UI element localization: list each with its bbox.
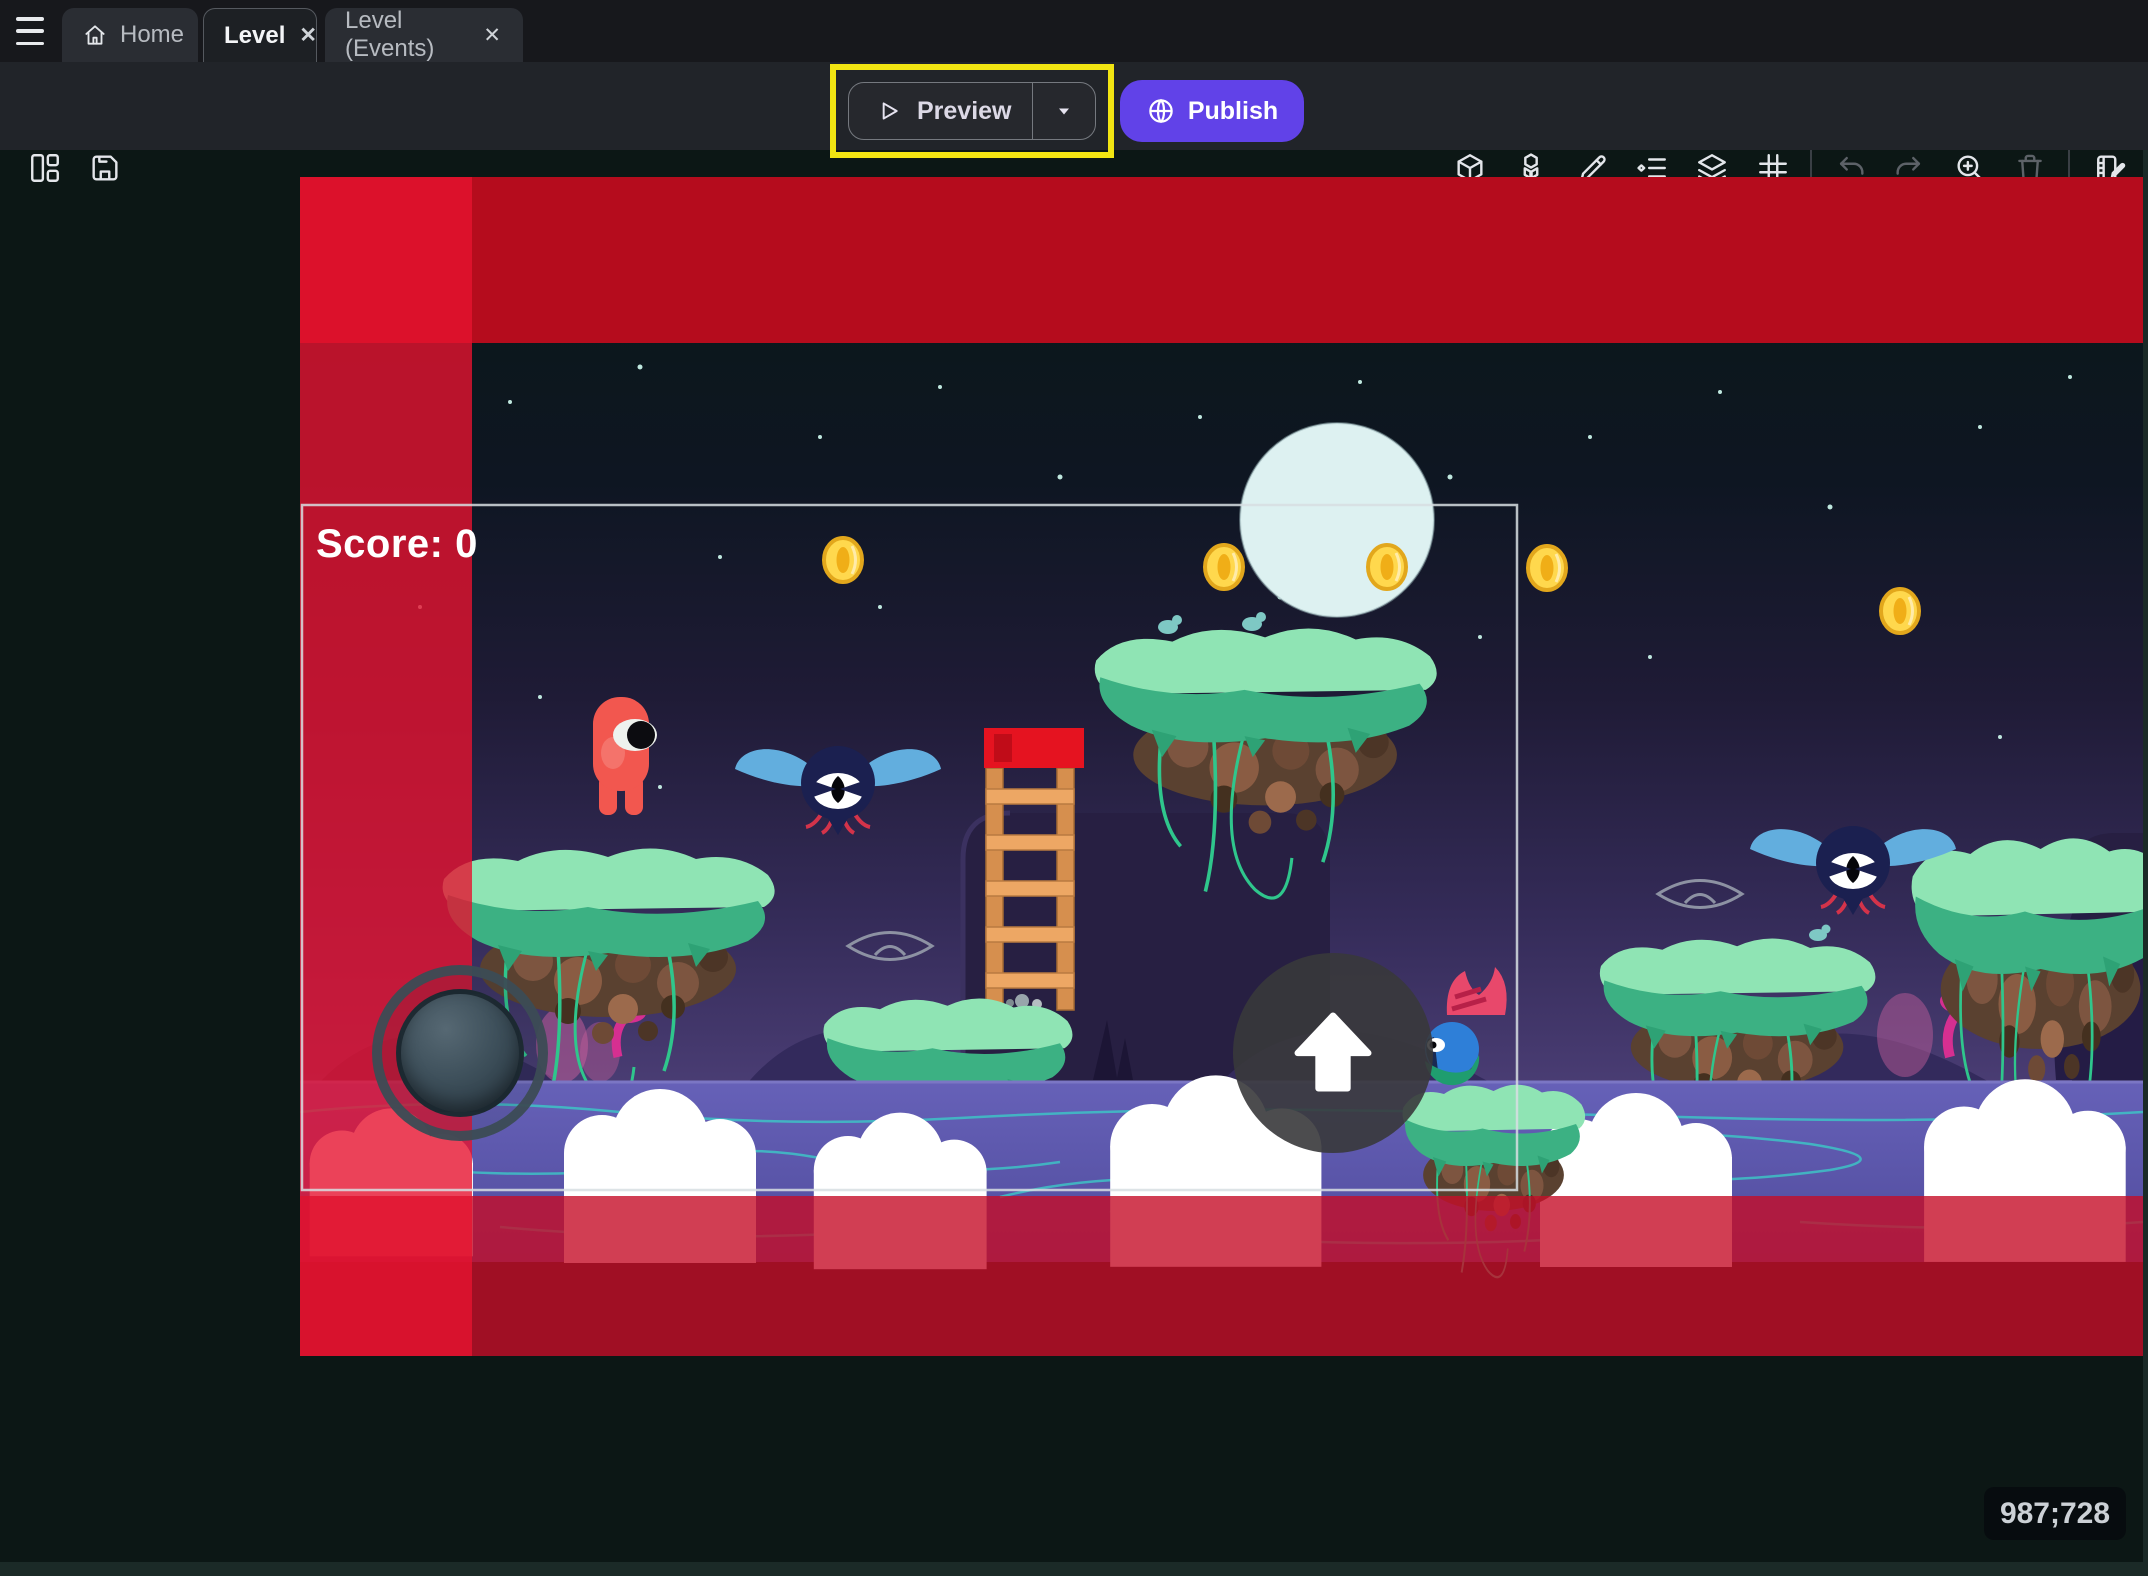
moon[interactable]	[1240, 423, 1434, 617]
publish-label: Publish	[1188, 97, 1278, 126]
preview-button-main[interactable]: Preview	[849, 83, 1032, 139]
red-overlay-top	[300, 177, 2143, 343]
tab-label: Home	[120, 21, 184, 49]
red-overlay-left	[300, 177, 472, 1356]
cursor-coordinates-badge: 987;728	[1984, 1487, 2126, 1540]
horizontal-scrollbar[interactable]	[0, 1562, 2148, 1576]
close-icon[interactable]: ✕	[297, 23, 319, 48]
jump-button[interactable]	[1233, 953, 1433, 1153]
coin[interactable]	[1881, 589, 1919, 633]
top-bar: Home Level ✕ Level (Events) ✕	[0, 0, 2148, 62]
globe-icon	[1146, 96, 1176, 126]
coin[interactable]	[1528, 546, 1566, 590]
chevron-down-icon	[1052, 99, 1076, 123]
vertical-scrollbar[interactable]	[2143, 150, 2148, 1562]
close-icon[interactable]: ✕	[481, 23, 503, 48]
tab-level-events[interactable]: Level (Events) ✕	[325, 8, 523, 62]
preview-label: Preview	[917, 97, 1012, 126]
virtual-joystick-pad[interactable]	[396, 989, 524, 1117]
play-icon	[875, 98, 901, 124]
preview-button[interactable]: Preview	[848, 82, 1096, 140]
up-arrow-icon	[1281, 1001, 1385, 1105]
menu-hamburger-icon[interactable]	[16, 17, 46, 45]
coin[interactable]	[824, 538, 862, 582]
preview-dropdown[interactable]	[1032, 83, 1095, 139]
level-scene-canvas[interactable]	[300, 177, 2143, 1356]
coin[interactable]	[1205, 545, 1243, 589]
save-icon[interactable]	[88, 151, 122, 185]
home-icon	[82, 22, 108, 48]
coin[interactable]	[1368, 545, 1406, 589]
tab-label: Level	[224, 22, 285, 50]
publish-button[interactable]: Publish	[1120, 80, 1304, 142]
tab-level[interactable]: Level ✕	[203, 8, 317, 62]
tab-label: Level (Events)	[345, 7, 469, 63]
red-overlay-bottom	[300, 1196, 2143, 1356]
layout-dashboard-icon[interactable]	[28, 151, 62, 185]
tab-home[interactable]: Home	[62, 8, 198, 62]
score-text[interactable]: Score: 0	[316, 522, 478, 567]
